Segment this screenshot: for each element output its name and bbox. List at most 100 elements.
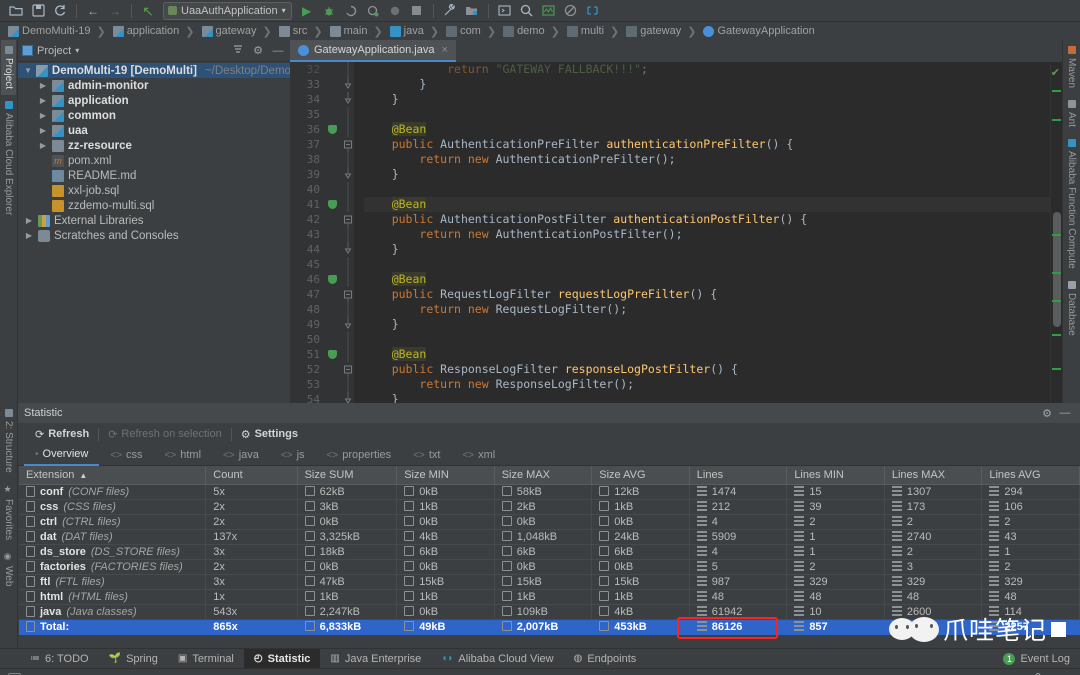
breadcrumb-item-gatewayapplication[interactable]: GatewayApplication — [701, 25, 816, 37]
line-number[interactable]: 33 — [290, 77, 342, 92]
debug-icon[interactable] — [319, 2, 339, 20]
sidebar-item-maven[interactable]: Maven — [1064, 40, 1079, 94]
bottom-tab-endpoints[interactable]: ◍ Endpoints — [564, 649, 647, 669]
code-line[interactable] — [364, 257, 1050, 272]
line-number[interactable]: 51 — [290, 347, 342, 362]
column-header-size-sum[interactable]: Size SUM — [297, 466, 398, 485]
line-number[interactable]: 45 — [290, 257, 342, 272]
column-header-extension[interactable]: Extension ▲ — [19, 466, 207, 485]
revert-icon[interactable]: ↖ — [138, 2, 158, 20]
code-line[interactable]: } — [364, 92, 1050, 107]
minimize-icon[interactable]: — — [1056, 407, 1074, 419]
line-number[interactable]: 47 — [290, 287, 342, 302]
code-line[interactable] — [364, 182, 1050, 197]
line-number[interactable]: 36 — [290, 122, 342, 137]
collapse-all-icon[interactable] — [230, 43, 246, 58]
table-row[interactable]: dat (DAT files) 137x 3,325kB 4kB 1,048kB 24kB 5… — [19, 529, 1080, 545]
code-line[interactable]: } — [364, 317, 1050, 332]
bean-gutter-icon[interactable] — [328, 275, 337, 284]
breadcrumb-item-src[interactable]: src ❯ — [277, 25, 328, 38]
tree-node-xxl-job-sql[interactable]: xxl-job.sql — [18, 183, 290, 198]
open-folder-icon[interactable] — [6, 2, 26, 20]
tree-node-zz-resource[interactable]: ▶ zz-resource — [18, 138, 290, 153]
table-row[interactable]: ds_store (DS_STORE files) 3x 18kB 6kB 6kB 6kB 4… — [19, 544, 1080, 560]
settings-button[interactable]: ⚙ Settings — [232, 428, 307, 441]
event-log-button[interactable]: 1 Event Log — [1003, 652, 1080, 665]
sidebar-item-alibaba-cloud-explorer[interactable]: Alibaba Cloud Explorer — [1, 95, 16, 221]
statistic-tab-java[interactable]: <> java — [212, 445, 270, 466]
line-number[interactable]: 35 — [290, 107, 342, 122]
breadcrumb-item-application[interactable]: application ❯ — [111, 25, 200, 38]
statistic-tab-txt[interactable]: <> txt — [402, 445, 451, 466]
line-number[interactable]: 34 — [290, 92, 342, 107]
sidebar-item-database[interactable]: Database — [1064, 275, 1079, 342]
statistic-tab-css[interactable]: <> css — [99, 445, 153, 466]
source-code[interactable]: return "GATEWAY FALLBACK!!!"; } } @Bean … — [354, 62, 1050, 403]
line-number[interactable]: 38 — [290, 152, 342, 167]
forward-arrow-icon[interactable]: → — [105, 2, 125, 20]
breadcrumb-item-com[interactable]: com ❯ — [444, 25, 501, 38]
line-number[interactable]: 37 — [290, 137, 342, 152]
expand-arrow-icon[interactable]: ▶ — [24, 216, 34, 225]
line-number[interactable]: 42 — [290, 212, 342, 227]
search-icon[interactable] — [517, 2, 537, 20]
code-line[interactable]: @Bean — [364, 347, 1050, 362]
statistic-tab-xml[interactable]: <> xml — [451, 445, 506, 466]
bottom-tab-java-enterprise[interactable]: ▥ Java Enterprise — [320, 649, 431, 669]
code-line[interactable]: return new ResponseLogFilter(); — [364, 377, 1050, 392]
sidebar-item-project[interactable]: Project — [1, 40, 16, 96]
statistic-table-wrap[interactable]: Extension ▲ Count Size SUM Size MIN Size MAX S… — [18, 466, 1080, 648]
monitor-icon[interactable] — [539, 2, 559, 20]
back-arrow-icon[interactable]: ← — [83, 2, 103, 20]
breadcrumb-item-demomulti-19[interactable]: DemoMulti-19 ❯ — [6, 25, 111, 38]
tree-node-demomulti-19[interactable]: ▼ DemoMulti-19 [DemoMulti] ~/Desktop/DemoM… — [18, 63, 290, 78]
bottom-tab-terminal[interactable]: ▣ Terminal — [168, 649, 244, 669]
fold-marker[interactable] — [342, 317, 354, 332]
tree-node-zzdemo-multi-sql[interactable]: zzdemo-multi.sql — [18, 198, 290, 213]
tree-node-pom-xml[interactable]: m pom.xml — [18, 153, 290, 168]
expand-arrow-icon[interactable]: ▶ — [38, 126, 48, 135]
column-header-size-avg[interactable]: Size AVG — [591, 466, 690, 485]
line-number[interactable]: 44 — [290, 242, 342, 257]
code-line[interactable]: } — [364, 242, 1050, 257]
line-number[interactable]: 41 — [290, 197, 342, 212]
bottom-tab-statistic[interactable]: ◴ Statistic — [243, 648, 321, 669]
code-line[interactable]: @Bean — [364, 197, 1050, 212]
table-row[interactable]: ctrl (CTRL files) 2x 0kB 0kB 0kB 0kB 4 2 2 2 — [19, 514, 1080, 530]
expand-arrow-icon[interactable]: ▶ — [38, 81, 48, 90]
expand-arrow-icon[interactable]: ▶ — [38, 96, 48, 105]
build-icon[interactable] — [440, 2, 460, 20]
bean-gutter-icon[interactable] — [328, 350, 337, 359]
code-line[interactable]: public RequestLogFilter requestLogPreFil… — [364, 287, 1050, 302]
sync-icon[interactable] — [50, 2, 70, 20]
breadcrumb-item-multi[interactable]: multi ❯ — [565, 25, 624, 38]
layout-icon[interactable] — [583, 2, 603, 20]
line-number[interactable]: 53 — [290, 377, 342, 392]
tree-node-admin-monitor[interactable]: ▶ admin-monitor — [18, 78, 290, 93]
line-number[interactable]: 50 — [290, 332, 342, 347]
code-line[interactable]: return new RequestLogFilter(); — [364, 302, 1050, 317]
column-header-lines-min[interactable]: Lines MIN — [786, 466, 885, 485]
code-line[interactable] — [364, 107, 1050, 122]
table-row[interactable]: ftl (FTL files) 3x 47kB 15kB 15kB 15kB 987 329 32… — [19, 574, 1080, 590]
fold-marker[interactable] — [342, 287, 354, 302]
column-header-lines[interactable]: Lines — [689, 466, 788, 485]
fold-marker[interactable] — [342, 92, 354, 107]
bean-gutter-icon[interactable] — [328, 125, 337, 134]
run-with-coverage-icon[interactable] — [341, 2, 361, 20]
fold-marker[interactable] — [342, 242, 354, 257]
line-number[interactable]: 32 — [290, 62, 342, 77]
bottom-tab-alibaba-cloud-view[interactable]: ◖◗ Alibaba Cloud View — [431, 649, 563, 669]
profiler-icon[interactable] — [363, 2, 383, 20]
bottom-tab-6-todo[interactable]: ≔ 6: TODO — [20, 649, 99, 669]
gear-icon[interactable]: ⚙ — [250, 44, 266, 57]
terminal-icon[interactable] — [495, 2, 515, 20]
run-icon[interactable]: ▶ — [297, 2, 317, 20]
bean-gutter-icon[interactable] — [328, 200, 337, 209]
tree-node-readme-md[interactable]: README.md — [18, 168, 290, 183]
column-header-count[interactable]: Count — [205, 466, 298, 485]
line-number[interactable]: 54 — [290, 392, 342, 403]
line-number[interactable]: 46 — [290, 272, 342, 287]
make-module-icon[interactable] — [462, 2, 482, 20]
scrollbar-thumb[interactable] — [1053, 212, 1061, 327]
